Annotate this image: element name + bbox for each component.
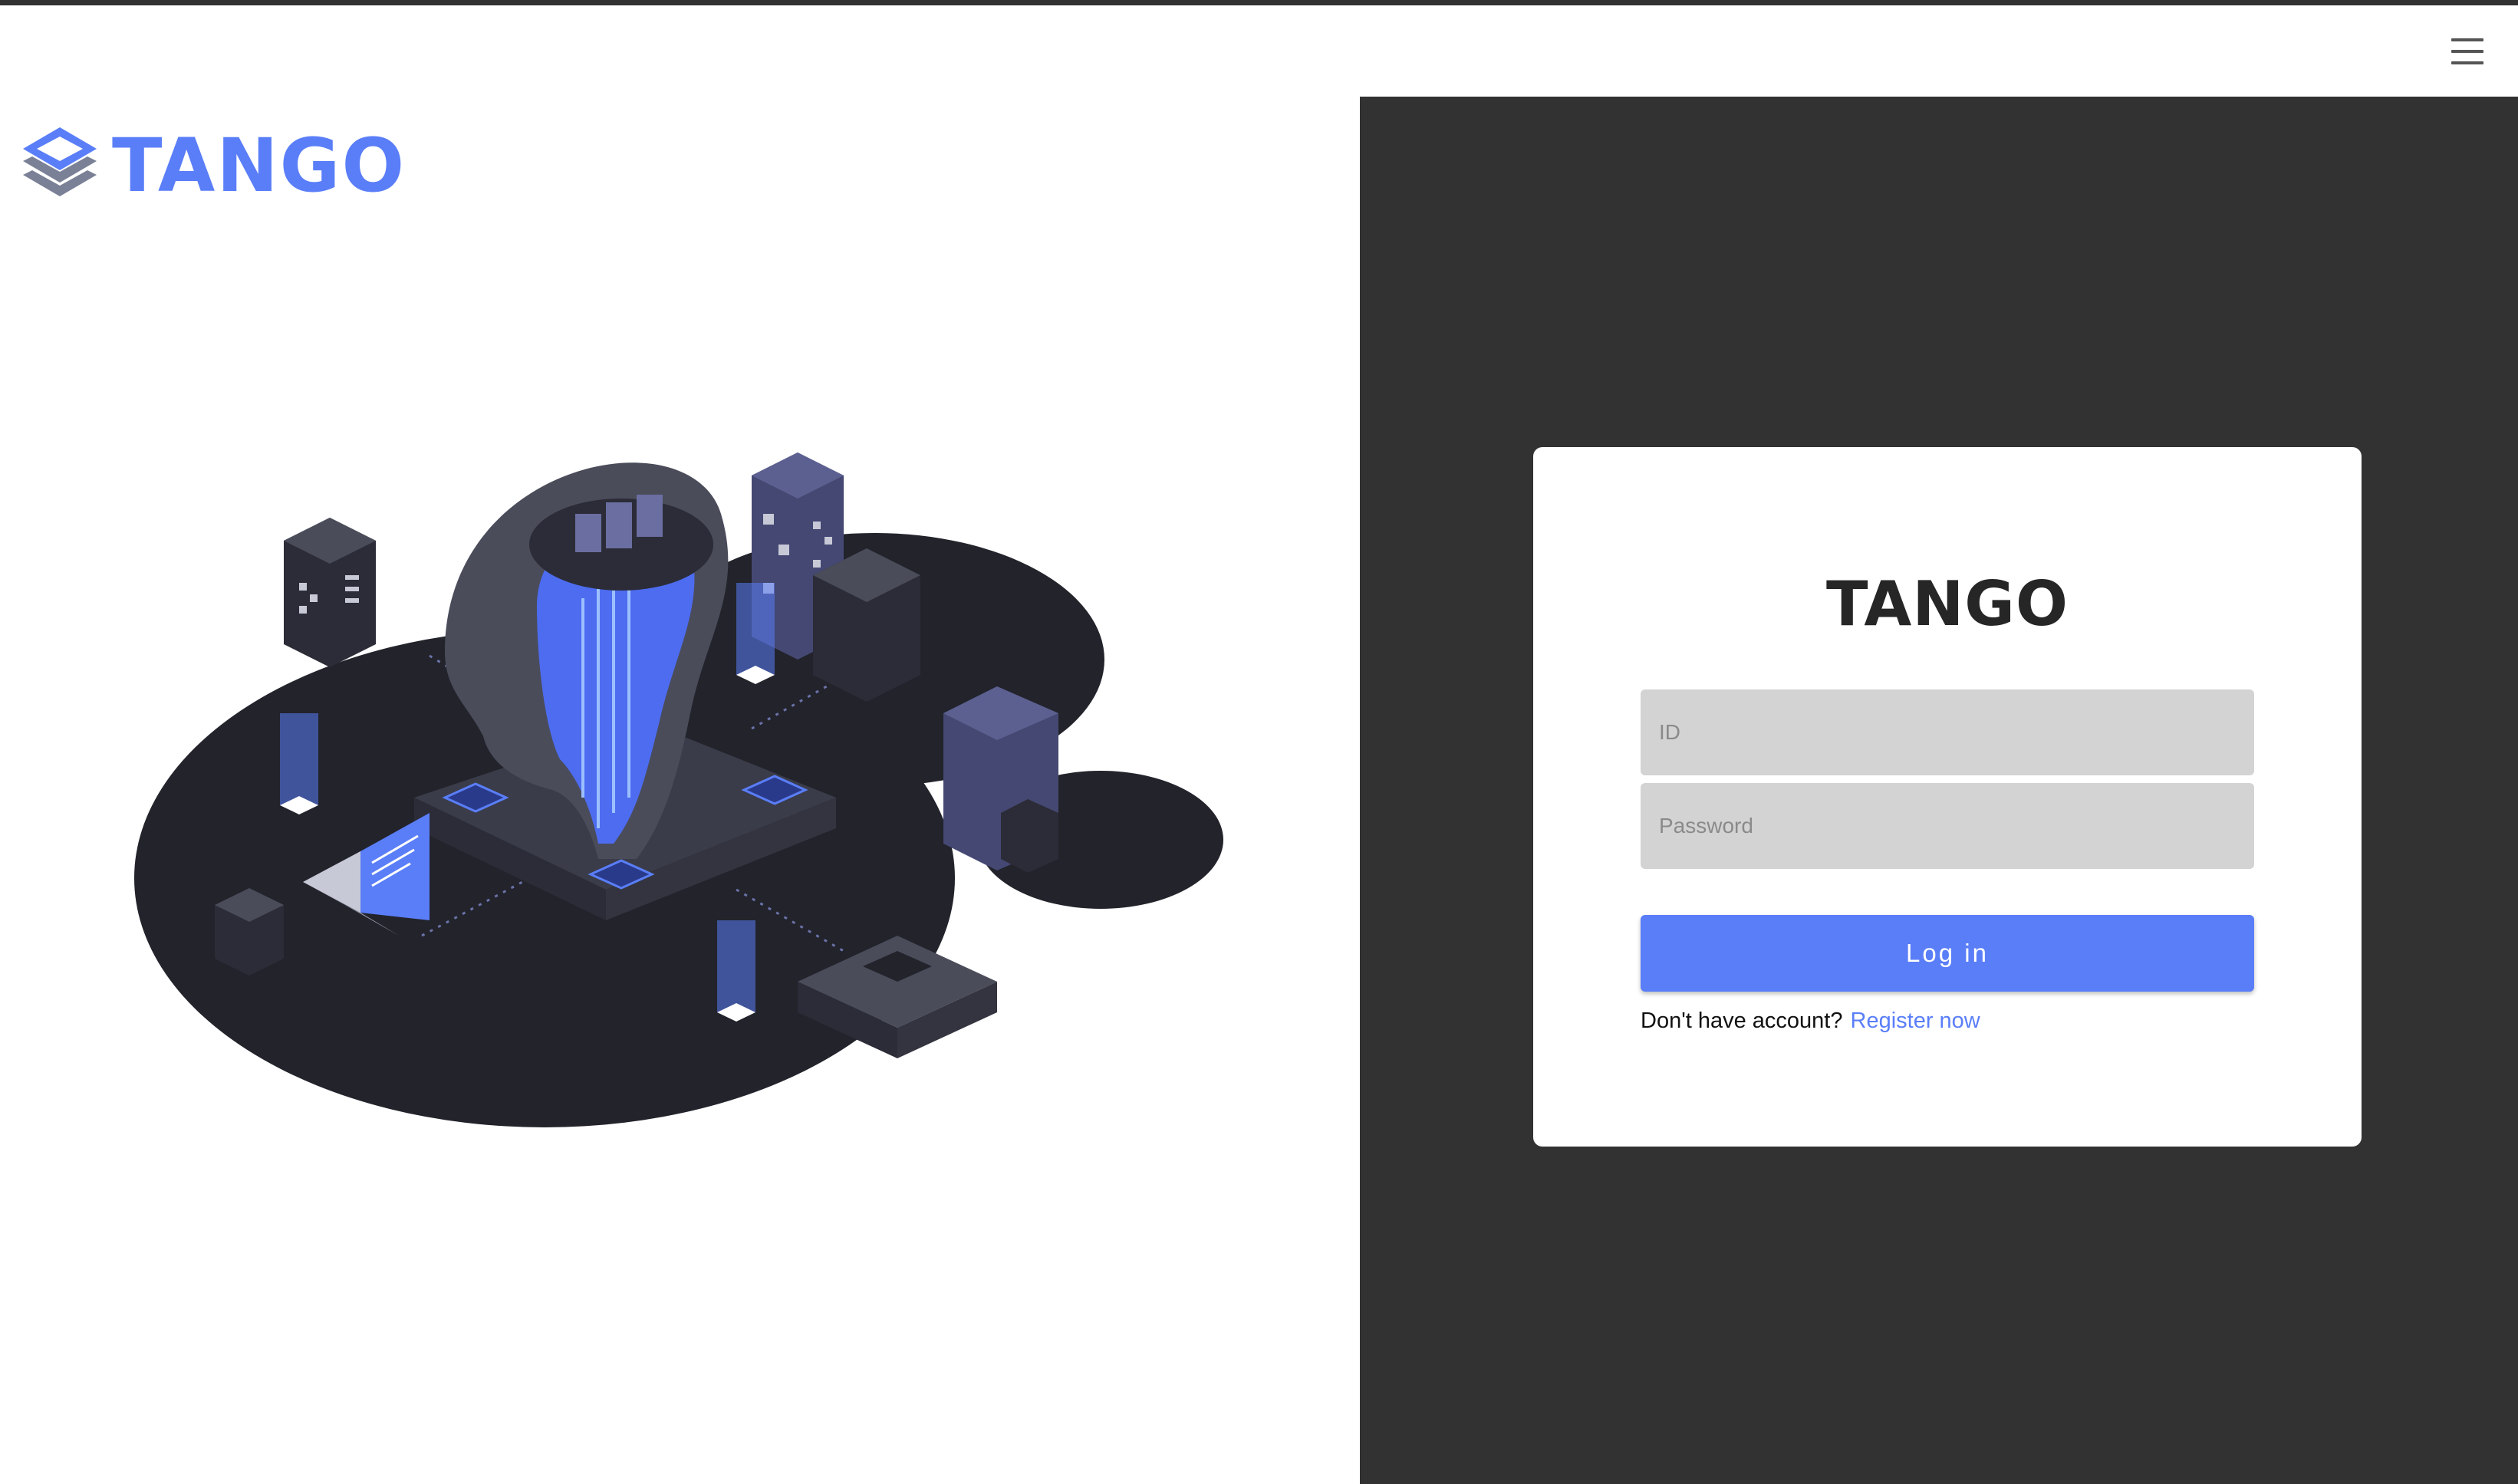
logo-text: TANGO	[112, 123, 407, 209]
brand-logo: TANGO	[17, 123, 406, 209]
password-input[interactable]	[1641, 783, 2254, 869]
login-title: TANGO	[1826, 568, 2069, 640]
network-illustration	[134, 452, 1223, 1127]
login-card: TANGO Log in Don't have account? Registe…	[1533, 447, 2362, 1147]
stacked-layers-icon	[23, 127, 97, 196]
register-link[interactable]: Register now	[1851, 1009, 1980, 1034]
register-prompt-row: Don't have account? Register now	[1641, 1009, 1980, 1034]
top-strip	[0, 0, 2518, 5]
login-page: TANGO TANGO ID Log in Don't have account…	[0, 0, 2518, 1484]
hamburger-menu-icon[interactable]	[2451, 38, 2483, 64]
register-prompt: Don't have account?	[1641, 1009, 1843, 1033]
login-button[interactable]: Log in	[1641, 915, 2254, 992]
id-input[interactable]	[1641, 689, 2254, 775]
